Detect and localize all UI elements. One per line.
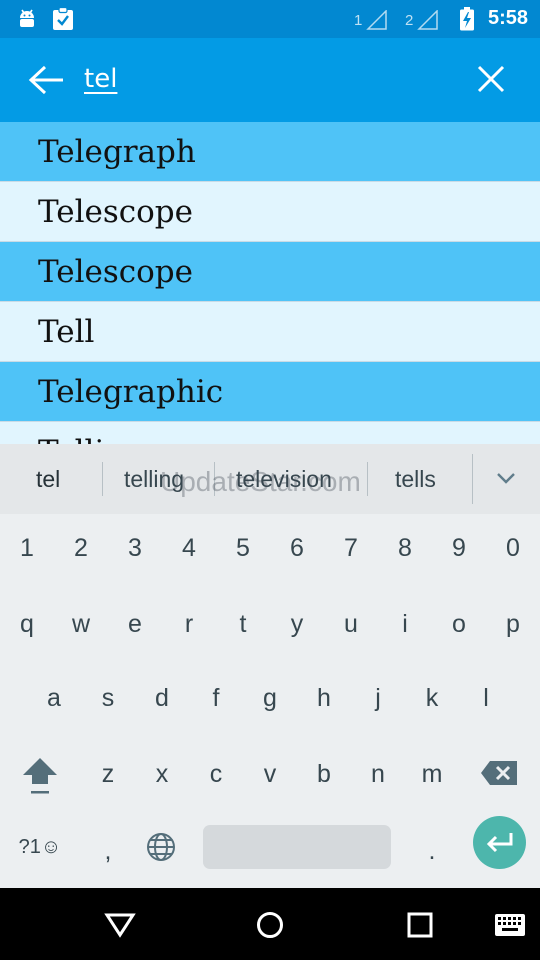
key-w[interactable]: w (54, 594, 108, 654)
search-input[interactable]: tel (84, 64, 117, 94)
key-z[interactable]: z (81, 744, 135, 804)
key-j[interactable]: j (351, 668, 405, 728)
key-h[interactable]: h (297, 668, 351, 728)
key-2[interactable]: 2 (54, 518, 108, 578)
signal-icon (417, 10, 438, 30)
key-b[interactable]: b (297, 744, 351, 804)
key-l[interactable]: l (459, 668, 513, 728)
suggestion-item[interactable]: tells (395, 444, 436, 514)
key-y[interactable]: y (270, 594, 324, 654)
close-icon[interactable] (476, 64, 506, 94)
key-6[interactable]: 6 (270, 518, 324, 578)
enter-icon (486, 833, 513, 853)
key-v[interactable]: v (243, 744, 297, 804)
key-a[interactable]: a (27, 668, 81, 728)
android-icon (20, 9, 34, 27)
key-s[interactable]: s (81, 668, 135, 728)
key-f[interactable]: f (189, 668, 243, 728)
key-n[interactable]: n (351, 744, 405, 804)
recents-nav-icon[interactable] (407, 912, 433, 938)
key-d[interactable]: d (135, 668, 189, 728)
key-3[interactable]: 3 (108, 518, 162, 578)
status-bar: 1 2 5:58 (0, 0, 540, 38)
list-item[interactable]: Telescope (0, 242, 540, 302)
list-item[interactable]: Telescope (0, 182, 540, 242)
chevron-down-icon[interactable] (496, 471, 516, 485)
key-9[interactable]: 9 (432, 518, 486, 578)
enter-button[interactable] (473, 816, 526, 869)
spacebar[interactable] (203, 825, 391, 869)
search-bar: tel (0, 38, 540, 122)
key-e[interactable]: e (108, 594, 162, 654)
key-0[interactable]: 0 (486, 518, 540, 578)
list-item[interactable]: Telegraph (0, 122, 540, 182)
clipboard-check-icon (53, 7, 73, 30)
globe-icon[interactable] (146, 832, 176, 862)
sim2-label: 2 (405, 12, 414, 29)
home-nav-icon[interactable] (256, 911, 284, 939)
key-r[interactable]: r (162, 594, 216, 654)
key-x[interactable]: x (135, 744, 189, 804)
list-item[interactable]: Telegraphic (0, 362, 540, 422)
key-5[interactable]: 5 (216, 518, 270, 578)
key-t[interactable]: t (216, 594, 270, 654)
key-7[interactable]: 7 (324, 518, 378, 578)
back-arrow-icon[interactable] (28, 64, 66, 96)
key-period[interactable]: . (405, 821, 459, 881)
keyboard-switch-icon[interactable] (494, 913, 526, 937)
suggestion-strip: tel telling television tells UpdateStar.… (0, 444, 540, 514)
key-m[interactable]: m (405, 744, 459, 804)
divider (367, 462, 368, 496)
key-o[interactable]: o (432, 594, 486, 654)
divider (472, 454, 473, 504)
back-nav-icon[interactable] (104, 912, 136, 938)
navigation-bar (0, 888, 540, 960)
sim1-label: 1 (354, 12, 363, 29)
list-item[interactable]: Telling (0, 422, 540, 444)
key-8[interactable]: 8 (378, 518, 432, 578)
symbols-key[interactable]: ?1☺ (12, 817, 68, 877)
key-k[interactable]: k (405, 668, 459, 728)
battery-charging-icon (460, 7, 474, 31)
key-1[interactable]: 1 (0, 518, 54, 578)
list-item[interactable]: Tell (0, 302, 540, 362)
backspace-icon[interactable] (480, 760, 518, 786)
clock: 5:58 (487, 7, 528, 29)
key-4[interactable]: 4 (162, 518, 216, 578)
watermark: UpdateStar.com (160, 466, 361, 497)
suggestion-item[interactable]: tel (36, 444, 60, 514)
key-comma[interactable]: , (81, 821, 135, 881)
signal-icon (366, 10, 387, 30)
soft-keyboard: tel telling television tells UpdateStar.… (0, 444, 540, 888)
key-q[interactable]: q (0, 594, 54, 654)
key-i[interactable]: i (378, 594, 432, 654)
divider (102, 462, 103, 496)
key-g[interactable]: g (243, 668, 297, 728)
key-p[interactable]: p (486, 594, 540, 654)
key-u[interactable]: u (324, 594, 378, 654)
shift-icon[interactable] (21, 756, 59, 798)
key-c[interactable]: c (189, 744, 243, 804)
results-list: Telegraph Telescope Telescope Tell Teleg… (0, 122, 540, 444)
